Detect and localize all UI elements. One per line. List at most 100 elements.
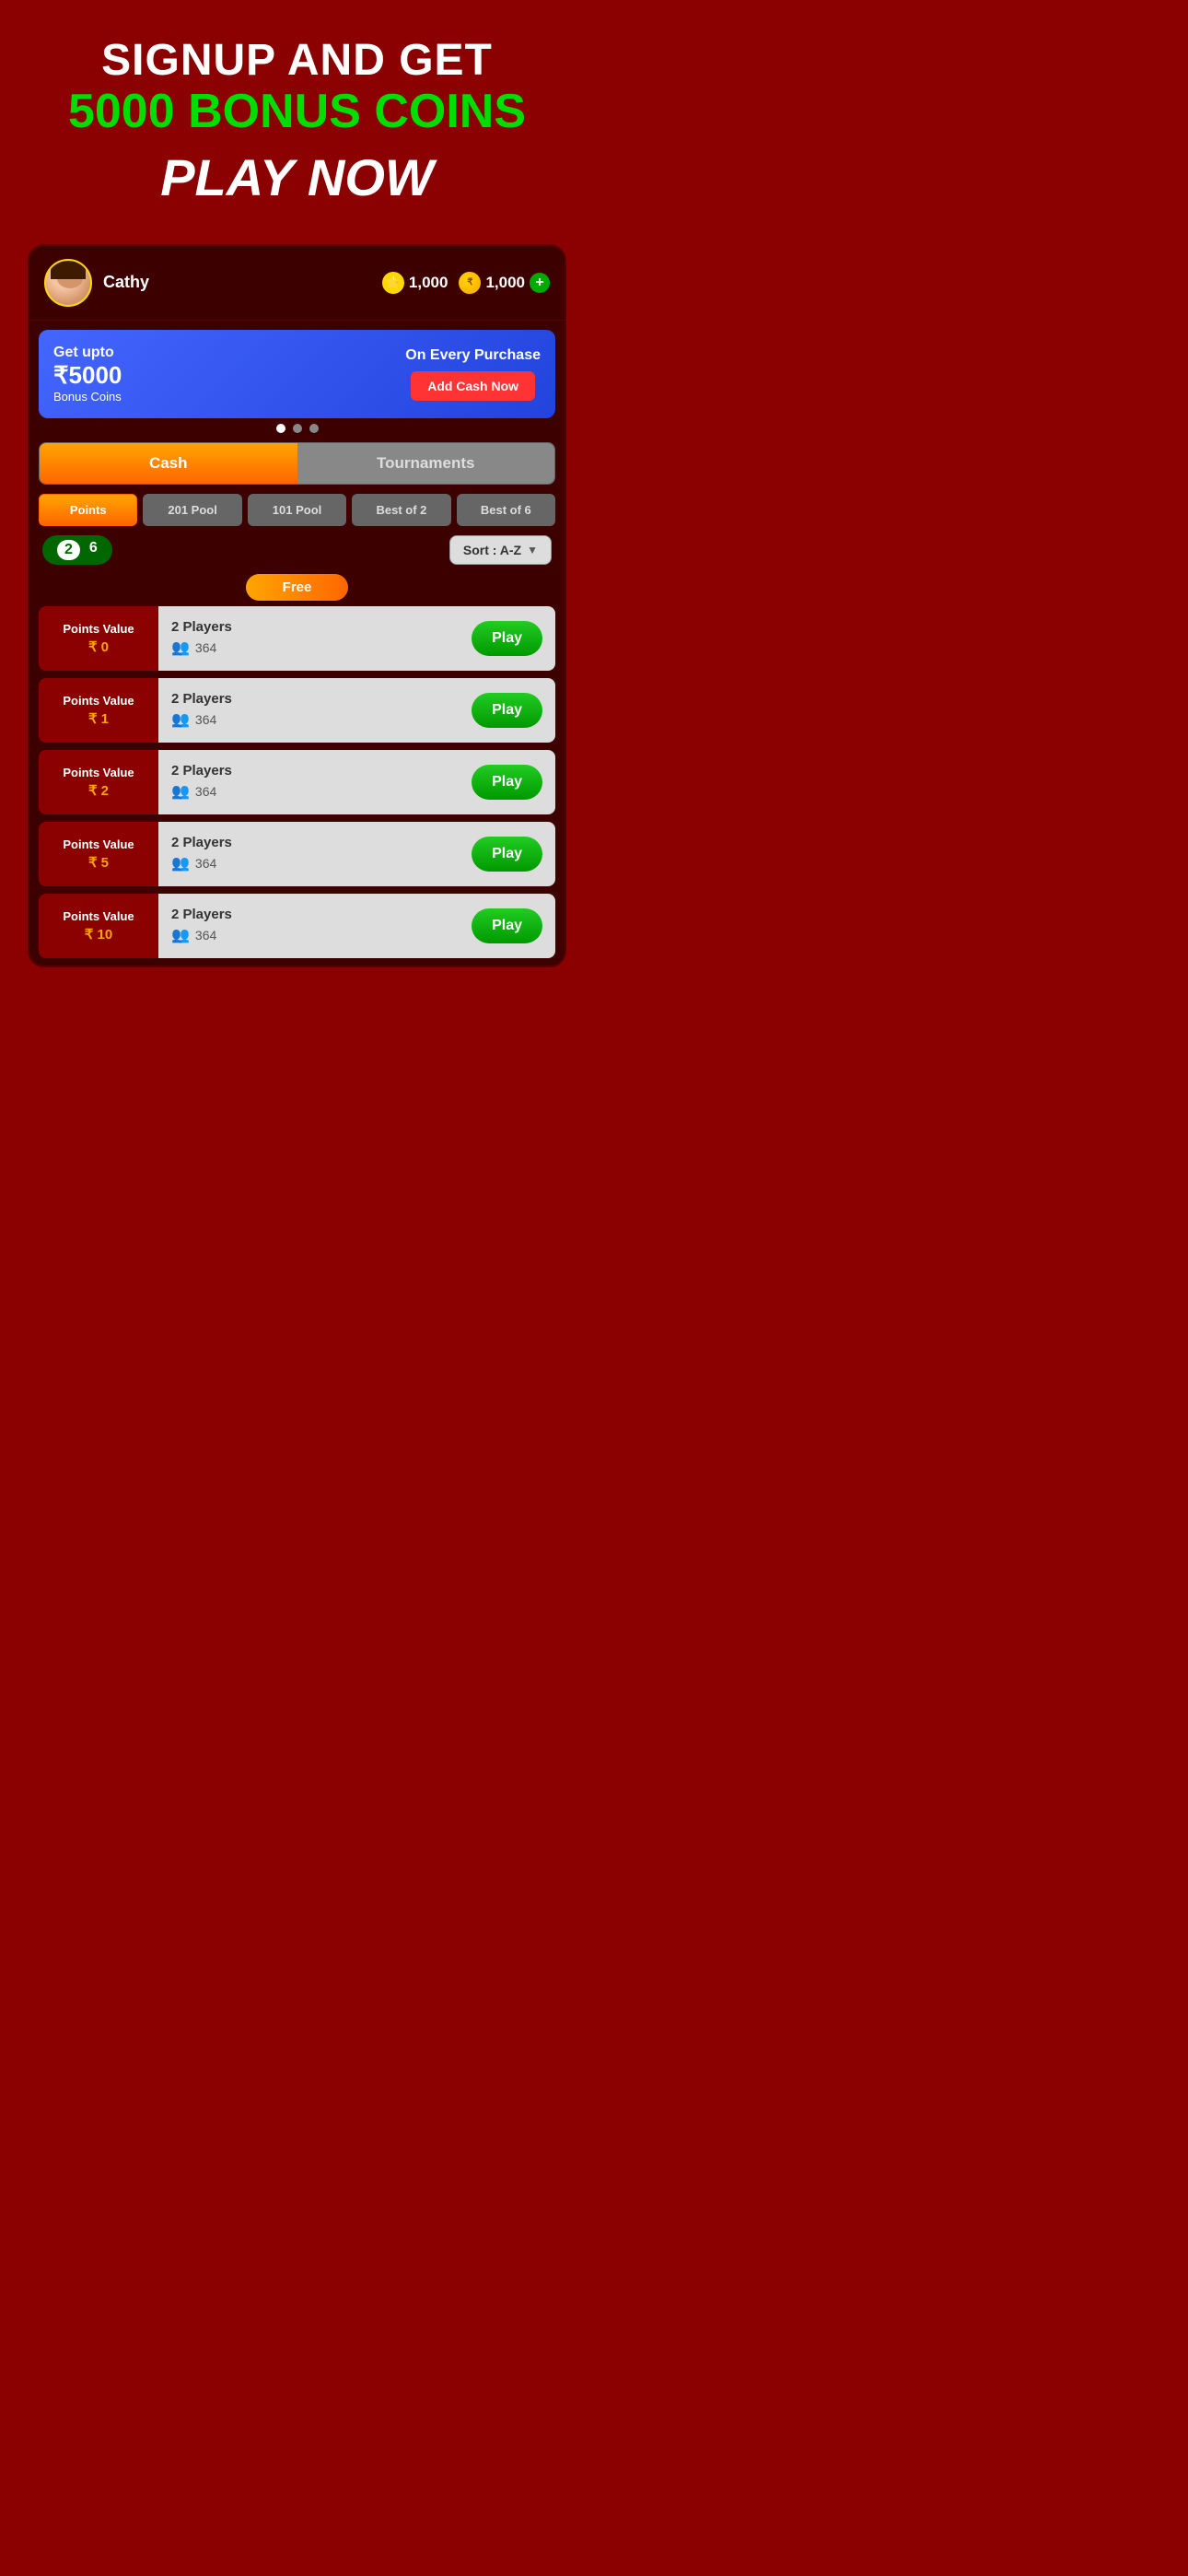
game-row-0: Points Value ₹ 0 2 Players 👥 364 Play (39, 606, 555, 671)
game-label-3: Points Value (63, 837, 134, 852)
dot-2[interactable] (293, 424, 302, 433)
players-count-row-4: 👥 364 (171, 926, 216, 944)
username: Cathy (103, 273, 382, 292)
game-right-1: 2 Players 👥 364 Play (158, 678, 555, 743)
players-text-3: 2 Players (171, 835, 232, 850)
game-row-1: Points Value ₹ 1 2 Players 👥 364 Play (39, 678, 555, 743)
banner-get-upto: Get upto (53, 345, 122, 361)
filter-row: Points 201 Pool 101 Pool Best of 2 Best … (39, 494, 555, 526)
tab-cash[interactable]: Cash (40, 443, 297, 484)
avatar (44, 259, 92, 307)
game-row-4: Points Value ₹ 10 2 Players 👥 364 Play (39, 894, 555, 958)
game-right-3: 2 Players 👥 364 Play (158, 822, 555, 886)
game-left-3: Points Value ₹ 5 (39, 822, 158, 886)
game-label-4: Points Value (63, 909, 134, 924)
app-container: Cathy ⭐ 1,000 ₹ 1,000 + Get upto ₹5000 B… (28, 244, 566, 967)
game-right-4: 2 Players 👥 364 Play (158, 894, 555, 958)
stars-badge: ⭐ 1,000 (382, 272, 448, 294)
banner-left: Get upto ₹5000 Bonus Coins (53, 345, 122, 404)
filter-points[interactable]: Points (39, 494, 137, 526)
coins-badge: ₹ 1,000 + (459, 272, 550, 294)
game-left-1: Points Value ₹ 1 (39, 678, 158, 743)
banner-amount: ₹5000 (53, 361, 122, 390)
players-info-3: 2 Players 👥 364 (171, 835, 232, 872)
players-text-4: 2 Players (171, 907, 232, 922)
people-icon-4: 👥 (171, 926, 190, 944)
add-coins-button[interactable]: + (530, 273, 550, 293)
play-button-1[interactable]: Play (472, 693, 542, 728)
players-count-4: 364 (195, 928, 216, 943)
game-row-2: Points Value ₹ 2 2 Players 👥 364 Play (39, 750, 555, 814)
game-left-0: Points Value ₹ 0 (39, 606, 158, 671)
tab-tournaments[interactable]: Tournaments (297, 443, 555, 484)
game-right-2: 2 Players 👥 364 Play (158, 750, 555, 814)
hero-line3: PLAY NOW (28, 147, 566, 207)
players-count-1: 364 (195, 712, 216, 727)
banner-sub: Bonus Coins (53, 390, 122, 404)
filter-201pool[interactable]: 201 Pool (143, 494, 241, 526)
game-list: Points Value ₹ 0 2 Players 👥 364 Play Po… (29, 606, 565, 958)
players-info-2: 2 Players 👥 364 (171, 763, 232, 801)
game-right-0: 2 Players 👥 364 Play (158, 606, 555, 671)
toggle-2[interactable]: 2 (57, 540, 80, 560)
people-icon-0: 👥 (171, 638, 190, 657)
main-tabs: Cash Tournaments (39, 442, 555, 485)
players-count-row-3: 👥 364 (171, 854, 216, 872)
play-button-4[interactable]: Play (472, 908, 542, 943)
game-value-2: ₹ 2 (88, 782, 109, 799)
banner-right: On Every Purchase Add Cash Now (405, 347, 541, 401)
count-sort-row: 2 6 Sort : A-Z ▼ (39, 535, 555, 565)
players-text-2: 2 Players (171, 763, 232, 779)
players-info-1: 2 Players 👥 364 (171, 691, 232, 729)
filter-best6[interactable]: Best of 6 (457, 494, 555, 526)
stars-value: 1,000 (409, 274, 448, 292)
coin-icon: ₹ (459, 272, 481, 294)
add-cash-button[interactable]: Add Cash Now (411, 371, 535, 401)
game-label-1: Points Value (63, 694, 134, 708)
dot-3[interactable] (309, 424, 319, 433)
avatar-image (46, 261, 90, 305)
players-count-0: 364 (195, 640, 216, 655)
coins-area: ⭐ 1,000 ₹ 1,000 + (382, 272, 550, 294)
players-text-0: 2 Players (171, 619, 232, 635)
play-button-0[interactable]: Play (472, 621, 542, 656)
people-icon-2: 👥 (171, 782, 190, 801)
game-label-0: Points Value (63, 622, 134, 637)
toggle-6[interactable]: 6 (89, 540, 98, 560)
game-label-2: Points Value (63, 766, 134, 780)
hero-line1: SIGNUP AND GET (28, 37, 566, 86)
coins-value: 1,000 (485, 274, 525, 292)
players-info-4: 2 Players 👥 364 (171, 907, 232, 944)
game-value-0: ₹ 0 (88, 638, 109, 655)
hero-line2: 5000 BONUS COINS (28, 86, 566, 138)
dot-1[interactable] (276, 424, 285, 433)
people-icon-1: 👥 (171, 710, 190, 729)
carousel-dots (29, 424, 565, 433)
players-count-2: 364 (195, 784, 216, 799)
people-icon-3: 👥 (171, 854, 190, 872)
promo-banner: Get upto ₹5000 Bonus Coins On Every Purc… (39, 330, 555, 418)
game-row-3: Points Value ₹ 5 2 Players 👥 364 Play (39, 822, 555, 886)
play-button-3[interactable]: Play (472, 837, 542, 872)
sort-button[interactable]: Sort : A-Z ▼ (449, 535, 552, 565)
star-icon: ⭐ (382, 272, 404, 294)
game-left-2: Points Value ₹ 2 (39, 750, 158, 814)
filter-101pool[interactable]: 101 Pool (248, 494, 346, 526)
header: Cathy ⭐ 1,000 ₹ 1,000 + (29, 246, 565, 321)
game-value-4: ₹ 10 (85, 926, 112, 943)
free-badge: Free (246, 574, 349, 601)
players-count-3: 364 (195, 856, 216, 871)
free-badge-row: Free (39, 574, 555, 601)
players-count-row-2: 👥 364 (171, 782, 216, 801)
hero-section: SIGNUP AND GET 5000 BONUS COINS PLAY NOW (0, 0, 594, 235)
play-button-2[interactable]: Play (472, 765, 542, 800)
players-count-row-0: 👥 364 (171, 638, 216, 657)
filter-best2[interactable]: Best of 2 (352, 494, 450, 526)
sort-arrow-icon: ▼ (527, 544, 538, 556)
player-toggle: 2 6 (42, 535, 112, 565)
game-value-1: ₹ 1 (88, 710, 109, 727)
players-text-1: 2 Players (171, 691, 232, 707)
players-count-row-1: 👥 364 (171, 710, 216, 729)
banner-on-every: On Every Purchase (405, 347, 541, 364)
game-value-3: ₹ 5 (88, 854, 109, 871)
